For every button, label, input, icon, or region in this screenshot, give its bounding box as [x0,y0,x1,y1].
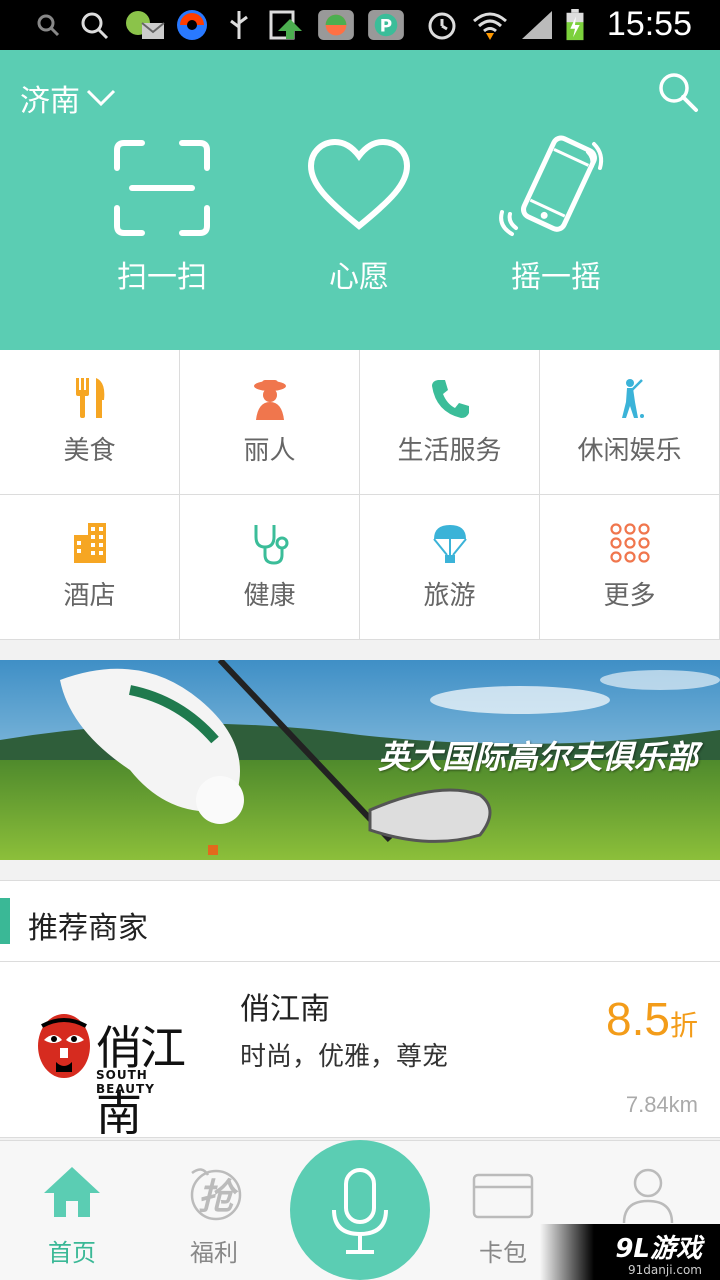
wish-button[interactable]: 心愿 [259,138,459,308]
profile-icon [622,1168,674,1224]
card-icon [472,1173,534,1219]
category-health[interactable]: 健康 [180,495,360,640]
category-more[interactable]: 更多 [540,495,720,640]
shake-button[interactable]: 摇一摇 [456,135,656,308]
balloon-icon [432,525,467,563]
status-bar: P 15:55 [0,0,720,50]
svg-text:抢: 抢 [198,1177,239,1218]
nav-label: 福利 [190,1239,238,1267]
voice-search-button[interactable] [290,1140,430,1280]
wifi-icon [473,12,507,40]
status-time: 15:55 [606,5,692,43]
recommended-section-header: 推荐商家 [0,880,720,962]
shake-label: 摇一摇 [511,260,601,295]
lady-icon [253,380,286,420]
city-selector[interactable]: 济南 [20,76,116,120]
nav-home[interactable]: 首页 [0,1141,144,1280]
microphone-icon [332,1168,388,1254]
category-label: 健康 [243,581,296,611]
city-label: 济南 [20,84,80,119]
home-icon [44,1167,100,1217]
category-travel[interactable]: 旅游 [360,495,540,640]
more-dots-icon [609,523,650,563]
category-life-service[interactable]: 生活服务 [360,350,540,495]
section-accent-bar [0,898,10,944]
top-header: 济南 扫一扫 心愿 摇一摇 [0,50,720,350]
watermark-text: 9L游戏 [615,1234,702,1264]
category-beauty[interactable]: 丽人 [180,350,360,495]
building-icon [73,523,106,563]
category-hotel[interactable]: 酒店 [0,495,180,640]
phone-icon [431,380,469,418]
fork-knife-icon [75,378,104,418]
stethoscope-icon [254,525,288,565]
merchant-card[interactable]: 俏江南 SOUTH BEAUTY 俏江南 时尚，优雅，尊宠 8.5折 7.84k… [0,962,720,1141]
shake-phone-icon [499,135,604,236]
section-title: 推荐商家 [28,911,148,946]
search-icon [37,14,60,37]
category-grid: 美食 丽人 生活服务 休闲娱乐 酒店 健康 旅游 更多 [0,350,720,640]
scan-label: 扫一扫 [117,260,207,295]
merchant-name: 俏江南 [240,992,330,1027]
magnifier-icon [81,12,109,40]
promo-banner[interactable]: 英大国际高尔夫俱乐部 [0,660,720,860]
signal-icon [522,11,552,39]
merchant-description: 时尚，优雅，尊宠 [240,1042,449,1072]
site-watermark: 9L游戏 91danji.com [540,1224,720,1280]
logo-subtext: SOUTH BEAUTY [96,1068,155,1096]
golfer-icon [621,379,644,418]
category-leisure[interactable]: 休闲娱乐 [540,350,720,495]
scan-icon [114,140,210,236]
chevron-down-icon [86,89,116,107]
category-label: 酒店 [63,581,116,611]
welfare-icon: 抢 [190,1168,242,1221]
category-label: 丽人 [243,436,296,466]
banner-title: 英大国际高尔夫俱乐部 [377,738,698,776]
app-icon [318,9,354,41]
wish-label: 心愿 [329,260,389,295]
usb-icon [230,11,248,39]
discount-unit: 折 [669,1009,698,1042]
watermark-url: 91danji.com [628,1263,702,1277]
category-label: 旅游 [423,581,476,611]
merchant-logo: 俏江南 SOUTH BEAUTY [34,1012,209,1141]
app-icon [177,10,207,40]
scan-button[interactable]: 扫一扫 [62,138,262,308]
merchant-discount: 8.5折 [606,992,698,1046]
nav-label: 首页 [48,1239,96,1267]
category-label: 更多 [603,581,656,611]
category-label: 休闲娱乐 [577,436,682,466]
mail-icon [126,11,165,39]
category-label: 美食 [63,436,116,466]
merchant-distance: 7.84km [625,1092,698,1117]
svg-text:P: P [380,16,392,36]
nav-welfare[interactable]: 抢 福利 [142,1141,286,1280]
search-icon[interactable] [656,70,700,114]
upload-icon [269,10,302,40]
battery-icon [566,9,584,41]
category-label: 生活服务 [397,436,502,466]
category-food[interactable]: 美食 [0,350,180,495]
p-app-icon: P [368,9,404,41]
discount-value: 8.5 [606,993,670,1045]
alarm-icon [428,12,456,40]
heart-icon [307,138,411,230]
